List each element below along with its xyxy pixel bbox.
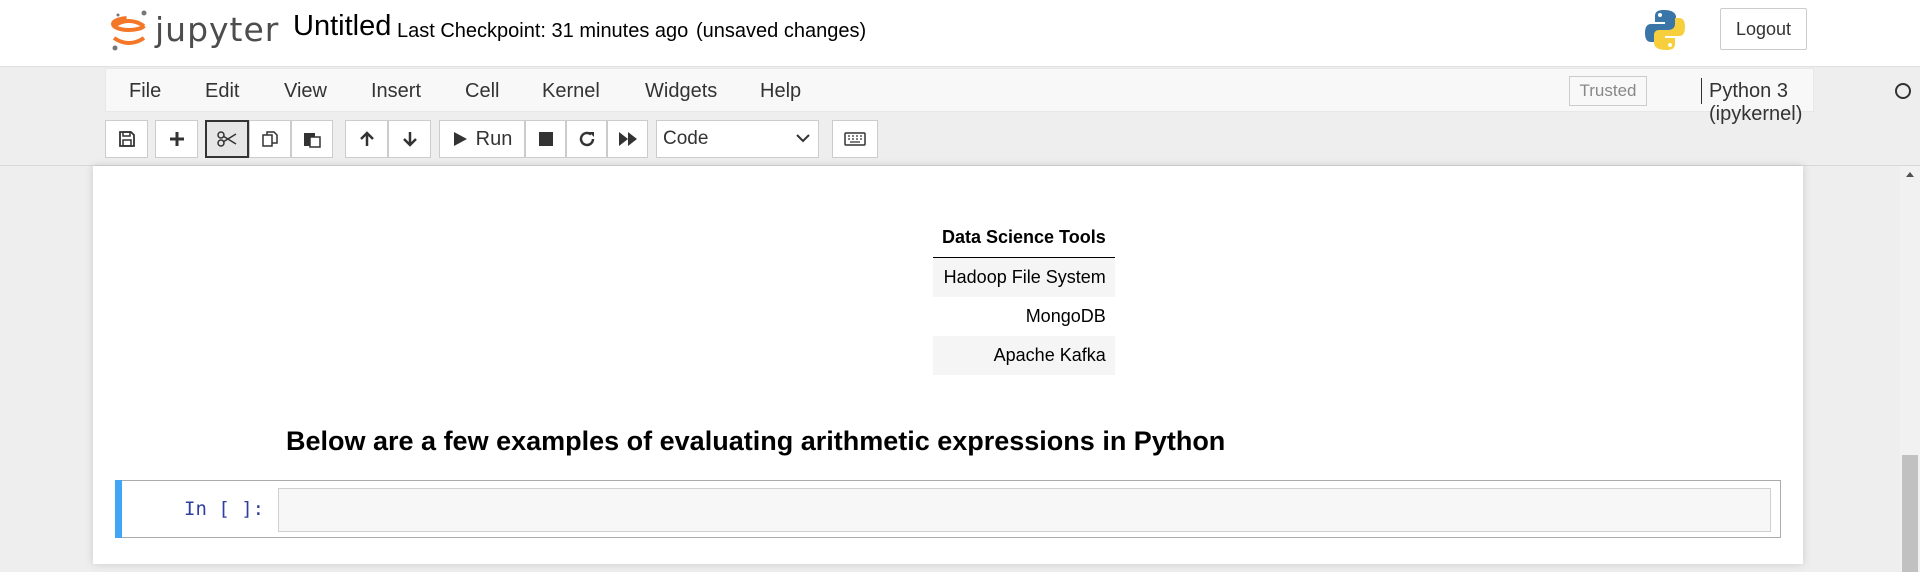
- checkpoint-status: Last Checkpoint: 31 minutes ago: [397, 20, 689, 42]
- menu-file[interactable]: File: [129, 80, 161, 103]
- save-icon: [118, 131, 135, 147]
- cell-type-select[interactable]: Code: [656, 120, 819, 158]
- menu-view[interactable]: View: [284, 80, 327, 103]
- python-logo-icon: [1643, 8, 1687, 52]
- plus-icon: [169, 132, 184, 146]
- restart-kernel-button[interactable]: [566, 120, 607, 158]
- menu-insert[interactable]: Insert: [371, 80, 421, 103]
- cut-icon: [217, 131, 237, 147]
- jupyter-logo-icon: [111, 10, 147, 51]
- menu-cell[interactable]: Cell: [465, 80, 499, 103]
- kernel-separator: [1701, 78, 1702, 104]
- kernel-idle-icon: [1895, 83, 1911, 99]
- menubar: File Edit View Insert Cell Kernel Widget…: [105, 68, 1911, 125]
- save-button[interactable]: [105, 120, 148, 158]
- code-input[interactable]: [278, 488, 1771, 532]
- autosave-status: (unsaved changes): [696, 20, 867, 42]
- chevron-down-icon: [796, 134, 810, 143]
- input-prompt: In [ ]:: [184, 498, 265, 520]
- menu-edit[interactable]: Edit: [205, 80, 239, 103]
- play-icon: [453, 132, 467, 146]
- toolbar: Run Code: [105, 120, 1814, 160]
- keyboard-icon: [844, 132, 866, 146]
- trusted-indicator[interactable]: Trusted: [1569, 76, 1647, 106]
- menu-kernel[interactable]: Kernel: [542, 80, 600, 103]
- menu-widgets[interactable]: Widgets: [645, 80, 717, 103]
- logo-text: jupyter: [155, 10, 280, 49]
- table-row: Hadoop File System: [933, 257, 1115, 297]
- restart-run-all-button[interactable]: [607, 120, 648, 158]
- interrupt-button[interactable]: [525, 120, 566, 158]
- run-label: Run: [475, 127, 513, 150]
- markdown-heading: Below are a few examples of evaluating a…: [286, 426, 1226, 456]
- copy-icon: [262, 131, 278, 147]
- code-cell[interactable]: In [ ]:: [115, 480, 1781, 538]
- arrow-up-icon: [359, 131, 374, 146]
- cell-type-value: Code: [663, 128, 709, 149]
- table-header: Data Science Tools: [933, 218, 1115, 258]
- scrollbar-thumb[interactable]: [1902, 455, 1918, 572]
- data-science-tools-table: Data Science Tools Hadoop File System Mo…: [933, 218, 1115, 375]
- arrow-down-icon: [402, 132, 417, 147]
- run-button[interactable]: Run: [439, 120, 525, 158]
- insert-cell-button[interactable]: [155, 120, 198, 158]
- restart-icon: [579, 131, 594, 147]
- menu-help[interactable]: Help: [760, 80, 801, 103]
- stop-icon: [538, 132, 553, 146]
- move-down-button[interactable]: [388, 120, 431, 158]
- table-cell: Apache Kafka: [933, 336, 1115, 375]
- table-row: MongoDB: [933, 297, 1115, 336]
- cut-button[interactable]: [205, 120, 249, 158]
- selected-cell-indicator: [115, 480, 122, 538]
- notebook-title[interactable]: Untitled: [293, 10, 391, 43]
- header: jupyter Untitled Last Checkpoint: 31 min…: [0, 0, 1920, 67]
- jupyter-logo[interactable]: jupyter: [110, 8, 278, 54]
- move-up-button[interactable]: [345, 120, 388, 158]
- table-cell: Hadoop File System: [933, 257, 1115, 297]
- logout-button[interactable]: Logout: [1720, 8, 1807, 50]
- notebook-container: Data Science Tools Hadoop File System Mo…: [93, 166, 1803, 564]
- copy-button[interactable]: [249, 120, 291, 158]
- fast-forward-icon: [618, 132, 637, 146]
- scroll-up-icon[interactable]: [1905, 170, 1915, 178]
- paste-button[interactable]: [291, 120, 333, 158]
- command-palette-button[interactable]: [832, 120, 878, 158]
- paste-icon: [304, 133, 321, 148]
- table-row: Apache Kafka: [933, 336, 1115, 375]
- table-cell: MongoDB: [1025, 306, 1106, 326]
